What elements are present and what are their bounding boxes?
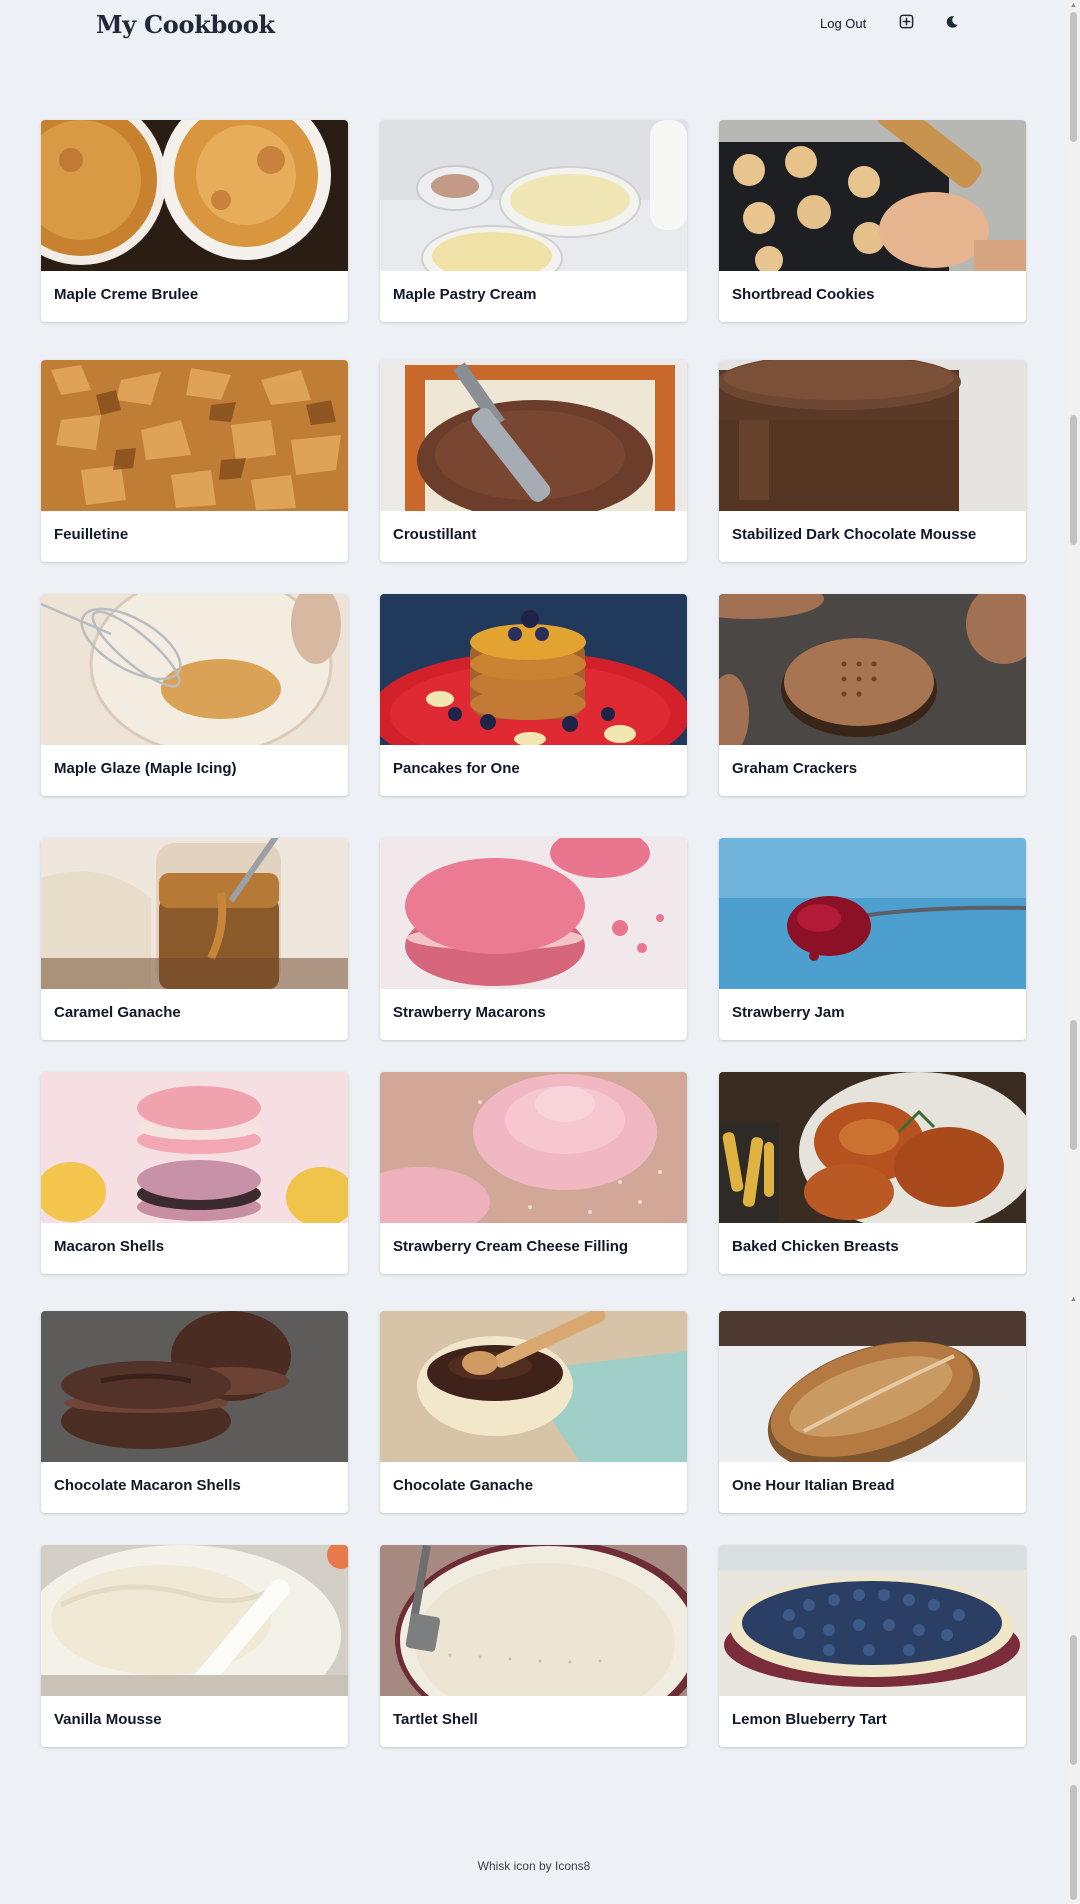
recipe-card[interactable]: Strawberry Macarons [380,838,687,1040]
recipe-card[interactable]: Feuilletine [41,360,348,562]
recipe-card[interactable]: Macaron Shells [41,1072,348,1274]
recipe-photo [719,1072,1026,1223]
recipe-card[interactable]: Strawberry Jam [719,838,1026,1040]
recipe-photo [41,1545,348,1696]
recipe-title: Lemon Blueberry Tart [732,1711,887,1728]
recipe-card[interactable]: Strawberry Cream Cheese Filling [380,1072,687,1274]
recipe-photo [41,1311,348,1462]
recipe-photo [380,594,687,745]
recipe-photo [41,360,348,511]
recipe-photo [719,120,1026,271]
recipe-photo [380,1545,687,1696]
recipe-card[interactable]: Caramel Ganache [41,838,348,1040]
recipe-photo [41,1072,348,1223]
recipe-title: Strawberry Macarons [393,1004,546,1021]
scroll-up-arrow-icon[interactable]: ▲ [1070,1296,1077,1304]
scrollbar-thumb[interactable] [1070,1020,1077,1150]
recipe-title: Maple Pastry Cream [393,286,537,303]
scrollbar-thumb[interactable] [1070,12,1077,142]
recipe-title: Chocolate Macaron Shells [54,1477,241,1494]
brand-title[interactable]: My Cookbook [96,10,275,39]
recipe-photo [719,360,1026,511]
scroll-up-arrow-icon[interactable]: ▲ [1070,2,1077,10]
logout-button[interactable]: Log Out [820,16,866,31]
recipe-photo [41,838,348,989]
recipe-title: Chocolate Ganache [393,1477,534,1494]
recipe-title: Croustillant [393,526,477,543]
recipe-title: Pancakes for One [393,760,520,777]
recipe-photo [380,120,687,271]
recipe-title: Feuilletine [54,526,129,543]
recipe-card[interactable]: Maple Glaze (Maple Icing) [41,594,348,796]
footer-credit[interactable]: Whisk icon by Icons8 [0,1859,1068,1873]
recipe-card[interactable]: Tartlet Shell [380,1545,687,1747]
recipe-title: Shortbread Cookies [732,286,875,303]
recipe-card[interactable]: Chocolate Ganache [380,1311,687,1513]
recipe-photo [41,594,348,745]
recipe-photo [719,1545,1026,1696]
recipe-title: Macaron Shells [54,1238,165,1255]
recipe-title: Strawberry Jam [732,1004,845,1021]
add-recipe-icon [899,14,914,34]
recipe-title: Graham Crackers [732,760,858,777]
recipe-card[interactable]: Lemon Blueberry Tart [719,1545,1026,1747]
recipe-card[interactable]: Maple Creme Brulee [41,120,348,322]
recipe-photo [380,838,687,989]
recipe-title: Tartlet Shell [393,1711,478,1728]
scrollbar-thumb[interactable] [1070,1785,1077,1900]
recipe-photo [380,1072,687,1223]
recipe-card[interactable]: One Hour Italian Bread [719,1311,1026,1513]
moon-icon [945,15,959,34]
recipe-title: Baked Chicken Breasts [732,1238,899,1255]
recipe-photo [719,594,1026,745]
recipe-photo [380,360,687,511]
add-recipe-button[interactable] [897,14,915,34]
recipe-card[interactable]: Vanilla Mousse [41,1545,348,1747]
recipe-card[interactable]: Pancakes for One [380,594,687,796]
recipe-photo [380,1311,687,1462]
recipe-title: Caramel Ganache [54,1004,181,1021]
scrollbar-thumb[interactable] [1070,415,1077,545]
recipe-title: Vanilla Mousse [54,1711,162,1728]
recipe-card[interactable]: Graham Crackers [719,594,1026,796]
recipe-card[interactable]: Maple Pastry Cream [380,120,687,322]
recipe-title: Strawberry Cream Cheese Filling [393,1238,629,1255]
recipe-title: One Hour Italian Bread [732,1477,895,1494]
recipe-card[interactable]: Baked Chicken Breasts [719,1072,1026,1274]
page-scrollbar[interactable]: ▲ ▲ [1068,0,1080,1904]
recipe-card[interactable]: Shortbread Cookies [719,120,1026,322]
top-navbar: My Cookbook Log Out [0,0,1068,52]
recipe-photo [719,838,1026,989]
recipe-photo [719,1311,1026,1462]
dark-mode-toggle[interactable] [943,15,961,33]
recipe-title: Stabilized Dark Chocolate Mousse [732,526,977,543]
recipe-title: Maple Glaze (Maple Icing) [54,760,237,777]
recipe-card[interactable]: Stabilized Dark Chocolate Mousse [719,360,1026,562]
scrollbar-thumb[interactable] [1070,1635,1077,1765]
recipe-card[interactable]: Chocolate Macaron Shells [41,1311,348,1513]
recipe-title: Maple Creme Brulee [54,286,199,303]
recipe-card[interactable]: Croustillant [380,360,687,562]
recipe-photo [41,120,348,271]
